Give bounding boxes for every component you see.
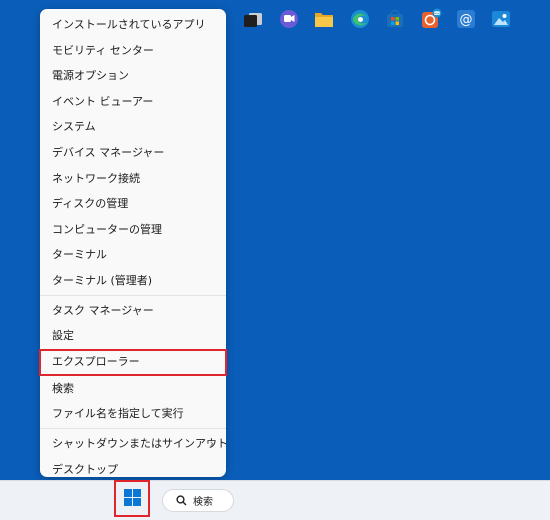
menu-item-terminal[interactable]: ターミナル	[40, 242, 226, 268]
menu-item-task-manager[interactable]: タスク マネージャー	[40, 298, 226, 324]
menu-item-installed-apps[interactable]: インストールされているアプリ	[40, 12, 226, 38]
menu-item-desktop[interactable]: デスクトップ	[40, 457, 226, 483]
photos-icon[interactable]	[490, 8, 512, 30]
windows-start-icon	[124, 489, 141, 506]
winx-context-menu: インストールされているアプリ モビリティ センター 電源オプション イベント ビ…	[39, 9, 228, 477]
menu-item-file-explorer[interactable]: エクスプローラー	[39, 348, 227, 376]
menu-item-settings[interactable]: 設定	[40, 323, 226, 349]
svg-text:@: @	[460, 13, 473, 28]
menu-separator	[40, 294, 226, 296]
taskbar-search-box[interactable]: 検索	[162, 489, 234, 512]
menu-item-computer-management[interactable]: コンピューターの管理	[40, 217, 226, 243]
menu-item-device-manager[interactable]: デバイス マネージャー	[40, 140, 226, 166]
taskbar	[0, 480, 550, 520]
menu-item-event-viewer[interactable]: イベント ビューアー	[40, 89, 226, 115]
menu-item-terminal-admin[interactable]: ターミナル (管理者)	[40, 268, 226, 294]
microsoft-store-icon[interactable]	[384, 8, 406, 30]
office-icon[interactable]	[420, 8, 442, 30]
file-explorer-icon[interactable]	[313, 8, 335, 30]
menu-item-search[interactable]: 検索	[40, 376, 226, 402]
edge-icon[interactable]	[349, 8, 371, 30]
mail-icon[interactable]: @	[455, 8, 477, 30]
menu-item-power-options[interactable]: 電源オプション	[40, 63, 226, 89]
menu-item-shutdown-label: シャットダウンまたはサインアウト	[52, 436, 228, 450]
menu-item-system[interactable]: システム	[40, 114, 226, 140]
menu-item-disk-management[interactable]: ディスクの管理	[40, 191, 226, 217]
chevron-right-icon: ›	[209, 436, 214, 450]
search-icon	[176, 495, 187, 506]
chat-icon[interactable]	[278, 8, 300, 30]
menu-item-mobility-center[interactable]: モビリティ センター	[40, 38, 226, 64]
menu-item-run[interactable]: ファイル名を指定して実行	[40, 401, 226, 427]
task-view-icon[interactable]	[242, 8, 264, 30]
menu-item-network-connections[interactable]: ネットワーク接続	[40, 166, 226, 192]
menu-item-shutdown-signout[interactable]: シャットダウンまたはサインアウト ›	[40, 431, 228, 457]
search-label: 検索	[193, 497, 213, 508]
menu-separator	[40, 427, 226, 429]
